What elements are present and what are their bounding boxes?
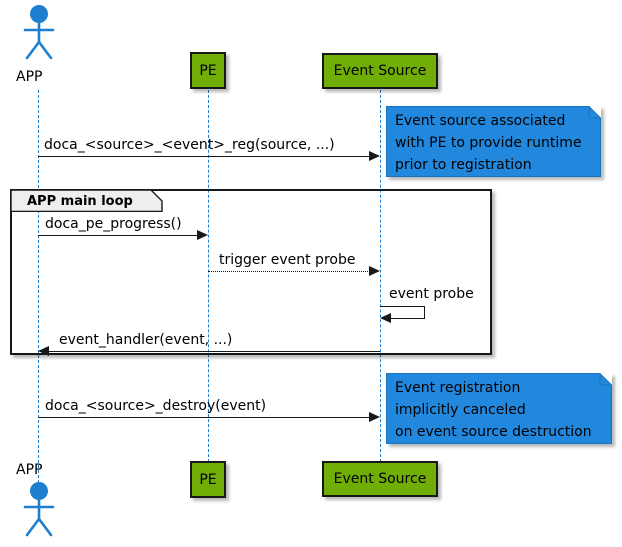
- actor-app-bottom: [23, 482, 55, 537]
- participant-pe-top[interactable]: PE: [190, 52, 226, 89]
- message-probe-line-top: [380, 306, 424, 307]
- participant-event-source-top[interactable]: Event Source: [322, 53, 438, 89]
- participant-event-source-top-label: Event Source: [333, 63, 427, 79]
- message-reg-label: doca_<source>_<event>_reg(source, ...): [44, 137, 335, 153]
- message-trigger-line: [208, 271, 370, 272]
- message-destroy-arrowhead: [369, 412, 380, 422]
- message-handler-label: event_handler(event, ...): [59, 332, 233, 348]
- group-app-main-loop-label: APP main loop: [27, 194, 133, 209]
- actor-app-bottom-label: APP: [16, 462, 43, 478]
- participant-pe-bottom[interactable]: PE: [190, 461, 226, 498]
- note-destruction: Event registration implicitly canceled o…: [386, 373, 612, 444]
- group-app-main-loop: [10, 189, 492, 355]
- note-destruction-text: Event registration implicitly canceled o…: [395, 380, 592, 440]
- message-probe-line-bottom: [391, 318, 425, 319]
- message-trigger-arrowhead: [369, 266, 380, 276]
- participant-pe-bottom-label: PE: [199, 471, 217, 488]
- message-trigger-label: trigger event probe: [219, 252, 356, 268]
- sequence-diagram-canvas: APP PE Event Source doca_<source>_<event…: [0, 0, 622, 547]
- message-handler-arrowhead: [38, 346, 49, 356]
- message-progress-line: [38, 235, 199, 236]
- message-reg-arrowhead: [369, 151, 380, 161]
- actor-app-top-label: APP: [16, 69, 43, 85]
- message-probe-label: event probe: [389, 286, 474, 302]
- actor-app-top: [23, 5, 55, 60]
- participant-event-source-bottom[interactable]: Event Source: [322, 461, 438, 497]
- message-progress-label: doca_pe_progress(): [45, 216, 182, 232]
- message-progress-arrowhead: [197, 230, 208, 240]
- message-reg-line: [38, 156, 370, 157]
- message-probe-arrowhead: [380, 313, 391, 323]
- note-registration: Event source associated with PE to provi…: [386, 106, 601, 177]
- participant-event-source-bottom-label: Event Source: [333, 471, 427, 487]
- message-handler-line: [48, 351, 380, 352]
- message-destroy-label: doca_<source>_destroy(event): [45, 398, 267, 414]
- message-destroy-line: [38, 417, 370, 418]
- note-registration-text: Event source associated with PE to provi…: [395, 113, 582, 173]
- participant-pe-top-label: PE: [199, 62, 217, 79]
